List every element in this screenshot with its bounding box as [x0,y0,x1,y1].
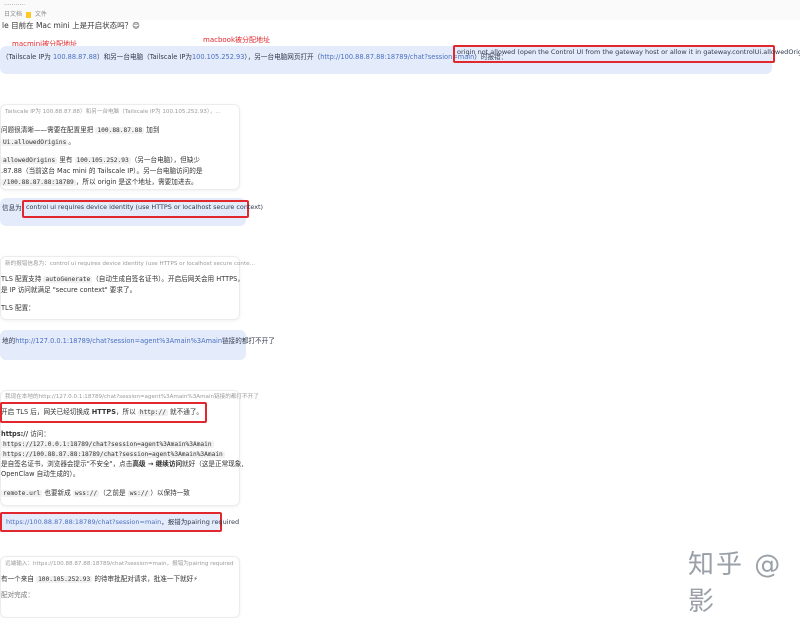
msg1-mid2: ），另一台电脑网页打开（ [244,53,321,61]
question-text: le 目前在 Mac mini 上是开启状态吗？😊 [2,21,140,30]
reply3-line7: remote.url 也要新成 wss://（之前是 ws://）以保持一致 [1,489,190,497]
reply2-line1: TLS 配置支持 autoGenerate （自动生成自签名证书）。开启后网关会用… [1,275,244,283]
highlight-box-error-1: origin not allowed (open the Control UI … [453,45,800,63]
reply2-head: 新的报错信息为：control ui requires device ident… [5,261,255,267]
reply1-line4: .87.88（当前这台 Mac mini 的 Tailscale IP）。另一台… [1,167,203,175]
msg1-url[interactable]: http://100.88.87.88:18789/chat?session=m… [320,53,474,61]
assistant-reply-4: 远端输入：https://100.88.87.88:18789/chat?ses… [0,556,240,618]
user-message-3: 地的http://127.0.0.1:18789/chat?session=ag… [0,330,275,360]
msg1-ip2: 100.105.252.93 [191,53,245,61]
reply1-line2: Ui.allowedOrigins。 [1,138,75,146]
topbar-doc-label[interactable]: 文件 [35,11,47,18]
zhihu-watermark: 知乎 @影 [688,550,783,617]
msg3-url[interactable]: http://127.0.0.1:18789/chat?session=agen… [15,337,222,345]
message-1-text: （Tailscale IP为 100.88.87.88）和另一台电脑（Tails… [2,52,507,62]
msg4-url[interactable]: https://100.88.87.88:18789/chat?session=… [6,518,161,526]
reply3-head: 我现在本地的http://127.0.0.1:18789/chat?sessio… [5,394,259,400]
highlight-box-error-2: control ui requires device identity (use… [22,200,263,218]
msg2-error: control ui requires device identity (use… [26,203,263,211]
highlight-box-pairing: https://100.88.87.88:18789/chat?session=… [0,512,239,532]
msg1-ip1: 100.88.87.88 [52,53,97,61]
reply1-line3: allowedOrigins 里有 100.105.252.93 （另一台电脑），… [1,156,200,164]
macbook-annotation: macbook被分配地址 [203,36,271,44]
msg1-error: origin not allowed (open the Control UI … [457,48,800,56]
assistant-reply-1: Tailscale IP为 100.88.87.88）和另一台电脑（Tailsc… [0,104,240,190]
top-bar: ........... 日文档 文件 [0,0,800,20]
reply1-head: Tailscale IP为 100.88.87.88）和另一台电脑（Tailsc… [5,109,221,115]
topbar-app-label[interactable]: 日文档 [4,11,22,18]
msg1-prefix: （Tailscale IP为 [2,53,53,61]
reply4-head: 远端输入：https://100.88.87.88:18789/chat?ses… [5,561,234,567]
topbar-line1: ........... [4,0,25,7]
reply2-line2: 是 IP 访问就满足 "secure context" 要求了。 [1,286,137,294]
message-4-text: https://100.88.87.88:18789/chat?session=… [6,518,240,526]
topbar-line2: 日文档 文件 [4,9,47,18]
message-3-text: 地的http://127.0.0.1:18789/chat?session=ag… [2,337,275,345]
reply4-line1: 有一个来自 100.105.252.93 的待审批配对请求，批准一下就好⚡ [1,575,198,583]
reply1-line5: /100.88.87.88:18789 ，所以 origin 是这个地址，需要加进… [1,178,198,186]
reply2-line3: TLS 配置： [1,304,35,312]
highlight-box-https [0,402,207,423]
reply3-line6: OpenClaw 自动生成的）。 [1,470,80,478]
msg1-mid1: ）和另一台电脑（Tailscale IP为 [96,53,192,61]
reply1-line1: 问题很清晰——需要在配置里把 100.88.87.88 加到 [1,126,160,134]
document-icon [25,11,31,18]
assistant-reply-2: 新的报错信息为：control ui requires device ident… [0,256,255,320]
reply4-line2: 配对完成： [1,591,34,599]
